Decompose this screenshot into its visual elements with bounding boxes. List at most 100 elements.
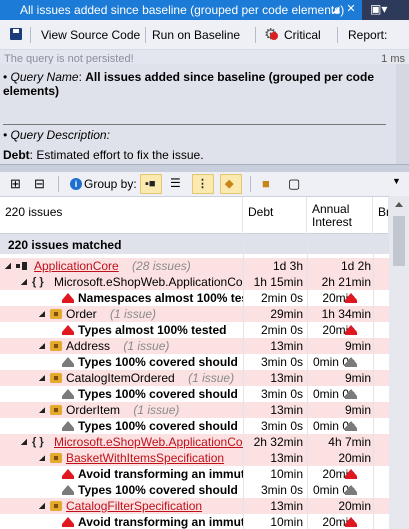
code-element-link[interactable]: Order [66, 307, 97, 321]
code-element-link[interactable]: CatalogFilterSpecification [66, 499, 202, 513]
assembly-row[interactable]: ApplicationCore (28 issues) 1d 3h 1d 2h [0, 258, 389, 274]
window-menu-icon[interactable]: ▣▾ [370, 2, 404, 18]
breaking-point-cell [373, 274, 389, 290]
column-debt[interactable]: Debt [243, 197, 307, 235]
critical-rule-icon [345, 469, 357, 479]
row-label: OrderItem (1 issue) [66, 402, 179, 418]
toolbar-overflow-icon[interactable]: ▼ [392, 176, 408, 192]
annual-interest-cell: 0min 0s [312, 483, 355, 497]
group-by-assembly-button[interactable]: ▪■ [140, 174, 162, 194]
query-tab[interactable]: All issues added since baseline (grouped… [0, 0, 362, 20]
breaking-point-cell [373, 514, 389, 529]
expand-toggle-icon[interactable] [39, 343, 45, 349]
code-element-link[interactable]: BasketWithItemsSpecification [66, 451, 224, 465]
code-element-link[interactable]: Microsoft.eShopWeb.ApplicationCore [54, 435, 243, 449]
class-row[interactable]: Order (1 issue) 29min 1h 34min [0, 306, 389, 322]
group-by-member-button[interactable]: ◆ [220, 174, 242, 194]
issue-row[interactable]: Avoid transforming an immutable 10min 20mi… [0, 466, 389, 482]
code-element-link[interactable]: ApplicationCore [34, 259, 119, 273]
annual-interest-cell: 20min [322, 323, 355, 337]
critical-button[interactable]: Critical [284, 26, 321, 44]
code-element-link[interactable]: Address [66, 339, 110, 353]
annual-interest-cell: 0min 0s [312, 419, 355, 433]
class-row[interactable]: BasketWithItemsSpecification 13min 20min [0, 450, 389, 466]
class-icon [50, 341, 62, 351]
debt-cell: 2min 0s [260, 323, 303, 337]
class-row[interactable]: CatalogItemOrdered (1 issue) 13min 9min [0, 370, 389, 386]
column-annual-interest[interactable]: Annual Interest [307, 197, 373, 235]
issue-row[interactable]: Types 100% covered should 3min 0s 0min 0s [0, 482, 389, 498]
expand-toggle-icon[interactable] [5, 263, 11, 269]
rule-icon [345, 389, 357, 399]
view-source-button[interactable]: View Source Code [41, 26, 140, 44]
row-name-cell: Types 100% covered should [0, 354, 243, 370]
breaking-point-cell [373, 498, 389, 514]
expand-toggle-icon[interactable] [39, 311, 45, 317]
issue-rule-name: Types 100% covered should [78, 355, 238, 369]
issue-row[interactable]: Types almost 100% tested 2min 0s 20min [0, 322, 389, 338]
breaking-point-cell [373, 258, 389, 274]
panel-splitter[interactable] [0, 164, 409, 172]
save-icon[interactable] [10, 28, 22, 40]
debt-cell: 3min 0s [260, 419, 303, 433]
issue-count: (28 issues) [118, 259, 191, 273]
expand-toggle-icon[interactable] [39, 375, 45, 381]
column-breaking-point[interactable]: Br [373, 197, 389, 235]
row-label: BasketWithItemsSpecification [66, 450, 224, 466]
group-by-namespace-icon[interactable]: ☰ [170, 176, 186, 192]
issue-row[interactable]: Namespaces almost 100% tested 2min 0s 20mi… [0, 290, 389, 306]
code-element-link[interactable]: CatalogItemOrdered [66, 371, 175, 385]
issue-rule-name: Types 100% covered should [78, 387, 238, 401]
document-icon[interactable]: ▢ [288, 176, 304, 192]
breaking-point-cell [373, 322, 389, 338]
expand-all-icon[interactable]: ⊞ [10, 176, 26, 192]
breaking-point-cell [373, 482, 389, 498]
issue-row[interactable]: Avoid transforming an immutable 10min 20mi… [0, 514, 389, 529]
class-row[interactable]: Address (1 issue) 13min 9min [0, 338, 389, 354]
issue-row[interactable]: Types 100% covered should 3min 0s 0min 0s [0, 354, 389, 370]
group-by-type-button[interactable]: ⋮ [192, 174, 214, 194]
namespace-row[interactable]: { } Microsoft.eShopWeb.ApplicationCore 2h … [0, 434, 389, 450]
toolbar-separator [337, 27, 338, 43]
class-row[interactable]: CatalogFilterSpecification 13min 20min [0, 498, 389, 514]
expand-toggle-icon[interactable] [39, 455, 45, 461]
critical-rule-icon [62, 469, 74, 479]
scroll-up-icon[interactable] [395, 202, 403, 207]
issue-row[interactable]: Types 100% covered should 3min 0s 0min 0s [0, 418, 389, 434]
row-label: Address (1 issue) [66, 338, 169, 354]
column-issues[interactable]: 220 issues [0, 197, 243, 235]
row-label: Namespaces almost 100% tested [78, 290, 243, 306]
debt-cell: 1d 3h [243, 258, 307, 274]
issue-row[interactable]: Types 100% covered should 3min 0s 0min 0s [0, 386, 389, 402]
info-icon[interactable]: i [70, 178, 82, 190]
pin-icon[interactable]: ◢ [330, 2, 342, 16]
assembly-icon: ▪■ [145, 178, 156, 190]
grid-scrollbar[interactable] [389, 196, 409, 529]
query-description-line: • Query Description: [3, 128, 110, 142]
scroll-thumb[interactable] [393, 216, 405, 266]
run-on-baseline-button[interactable]: Run on Baseline [152, 26, 240, 44]
breaking-point-cell [373, 354, 389, 370]
expand-toggle-icon[interactable] [21, 439, 27, 445]
expand-toggle-icon[interactable] [21, 279, 27, 285]
class-row[interactable]: OrderItem (1 issue) 13min 9min [0, 402, 389, 418]
code-element-link[interactable]: Microsoft.eShopWeb.ApplicationCore [54, 275, 243, 289]
folder-icon[interactable]: ■ [262, 176, 278, 192]
collapse-all-icon[interactable]: ⊟ [34, 176, 50, 192]
report-button[interactable]: Report: [348, 26, 387, 44]
editor-scrollbar[interactable] [396, 64, 409, 164]
namespace-row[interactable]: { } Microsoft.eShopWeb.ApplicationCore 1h … [0, 274, 389, 290]
row-name-cell: ApplicationCore (28 issues) [0, 258, 243, 274]
annual-interest-cell: 9min [307, 402, 373, 418]
expand-toggle-icon[interactable] [39, 407, 45, 413]
row-label: Order (1 issue) [66, 306, 156, 322]
expand-toggle-icon[interactable] [39, 503, 45, 509]
query-editor[interactable]: • Query Name: All issues added since bas… [0, 64, 396, 164]
critical-rule-icon [62, 517, 74, 527]
code-element-link[interactable]: OrderItem [66, 403, 120, 417]
debt-cell: 13min [243, 402, 307, 418]
annual-interest-cell: 4h 7min [307, 434, 373, 450]
row-name-cell: CatalogItemOrdered (1 issue) [0, 370, 243, 386]
close-icon[interactable]: ✕ [344, 2, 358, 16]
row-label: CatalogItemOrdered (1 issue) [66, 370, 234, 386]
